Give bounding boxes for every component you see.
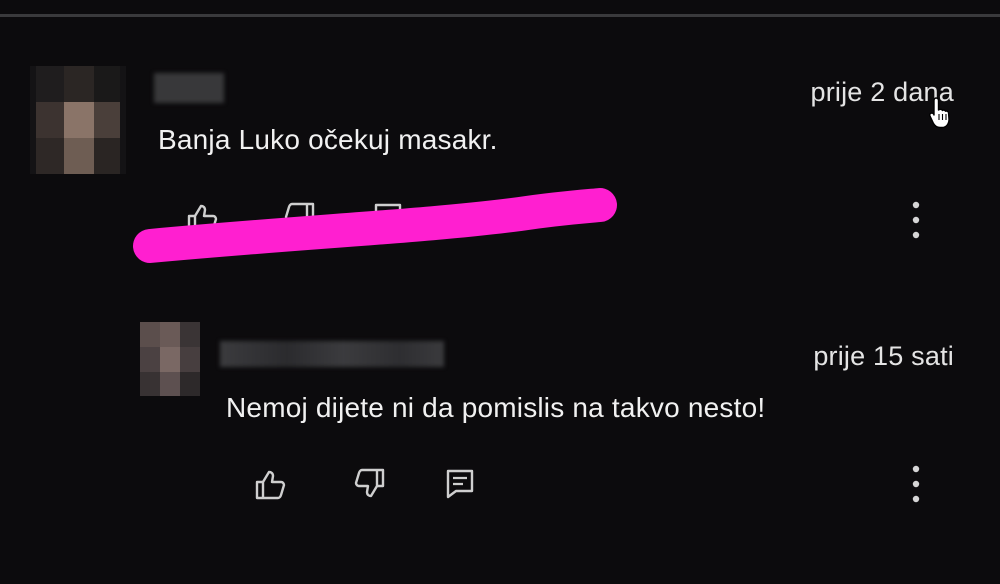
thumbs-down-icon	[354, 468, 385, 498]
avatar[interactable]	[140, 322, 200, 396]
pixelated-avatar-image	[30, 66, 126, 174]
hand-pointer-icon	[929, 97, 950, 129]
more-options-button[interactable]	[906, 198, 926, 242]
thumbs-up-icon	[187, 204, 218, 234]
pixelated-avatar-image	[140, 322, 200, 396]
comments-panel: prije 2 dana Banja Luko očekuj masakr. p…	[0, 0, 1000, 584]
more-options-button[interactable]	[906, 462, 926, 506]
reply-icon	[374, 203, 402, 233]
comment-timestamp[interactable]: prije 15 sati	[813, 341, 954, 372]
dislike-button[interactable]	[280, 198, 320, 238]
reply-button[interactable]	[440, 464, 480, 504]
comment-text: Banja Luko očekuj masakr.	[158, 124, 498, 155]
thumbs-down-icon	[284, 202, 315, 232]
thumbs-up-icon	[255, 470, 286, 500]
more-vertical-icon	[912, 465, 920, 503]
like-button[interactable]	[182, 198, 222, 238]
avatar[interactable]	[30, 66, 126, 174]
dislike-button[interactable]	[350, 464, 390, 504]
comment-text: Nemoj dijete ni da pomislis na takvo nes…	[226, 392, 766, 423]
author-name-redacted[interactable]	[154, 73, 224, 103]
reply-button[interactable]	[368, 198, 408, 238]
more-vertical-icon	[912, 201, 920, 239]
top-divider	[0, 14, 1000, 17]
like-button[interactable]	[250, 464, 290, 504]
author-name-redacted[interactable]	[220, 341, 444, 367]
reply-icon	[446, 469, 474, 499]
